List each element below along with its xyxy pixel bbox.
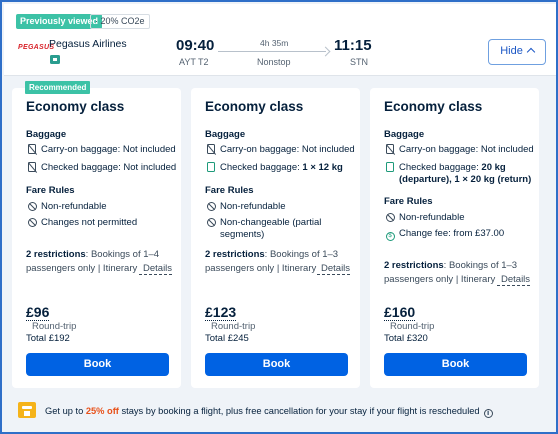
baggage-heading: Baggage [205, 129, 246, 140]
promo-text-end: stays by booking a flight, plus free can… [118, 406, 480, 416]
carry-on-text: Carry-on baggage: Not included [41, 144, 176, 155]
details-link[interactable]: Details [497, 274, 531, 286]
baggage-heading: Baggage [384, 129, 425, 140]
departure-airport: AYT T2 [179, 57, 209, 67]
no-refund-icon [27, 202, 37, 211]
details-link[interactable]: Details [317, 263, 351, 275]
arrival-airport: STN [350, 57, 368, 67]
rule-row-1: Non-refundable [384, 212, 465, 225]
restrictions-count: 2 restrictions [26, 249, 86, 260]
hide-label: Hide [500, 45, 523, 57]
rule-2-text: Change fee: from £37.00 [399, 228, 505, 239]
rule-2-text: Changes not permitted [41, 217, 138, 228]
carry-on-text: Carry-on baggage: Not included [399, 144, 534, 155]
route-line [218, 51, 326, 52]
fare-rules-heading: Fare Rules [205, 185, 254, 196]
hotel-promo-banner: Get up to 25% off stays by booking a fli… [8, 396, 554, 426]
checked-row: Checked baggage: Not included [26, 162, 176, 175]
checked-value: 1 × 12 kg [302, 162, 343, 173]
departure-time: 09:40 [176, 37, 215, 54]
fare-class-title: Economy class [384, 99, 483, 114]
total-price: Total £320 [384, 333, 428, 344]
co2-value: 20% CO2e [100, 16, 145, 26]
rule-1-text: Non-refundable [220, 201, 286, 212]
arrival-time: 11:15 [334, 37, 372, 54]
rule-row-2: Changes not permitted [26, 217, 137, 230]
airline-name: Pegasus Airlines [49, 38, 127, 50]
restrictions-count: 2 restrictions [205, 249, 265, 260]
arrow-right-icon [320, 46, 331, 57]
co2-badge: · 20% CO2e [90, 14, 150, 29]
ticket-icon [50, 55, 60, 64]
flight-summary: Previously viewed · 20% CO2e PEGASUS Peg… [4, 4, 556, 76]
carry-on-row: Carry-on baggage: Not included [26, 144, 176, 157]
carry-on-bag-crossed-icon [386, 144, 394, 154]
price: £96 [26, 304, 50, 321]
rule-1-text: Non-refundable [41, 201, 107, 212]
checked-prefix: Checked baggage: [220, 162, 303, 173]
carry-on-text: Carry-on baggage: Not included [220, 144, 355, 155]
checked-prefix: Checked baggage: [399, 162, 482, 173]
fare-card-1: Economy class Baggage Carry-on baggage: … [12, 88, 181, 388]
checked-text: Checked baggage: 1 × 12 kg [220, 162, 343, 174]
promo-text-start: Get up to [45, 406, 86, 416]
rule-row-2: $ Change fee: from £37.00 [384, 228, 504, 241]
round-trip-label: Round-trip [32, 321, 77, 332]
rule-row-2: Non-changeable (partial segments) [205, 217, 345, 241]
dollar-icon: $ [385, 232, 395, 241]
details-link[interactable]: Details [139, 263, 173, 275]
info-icon[interactable]: i [483, 409, 493, 418]
rule-row-1: Non-refundable [26, 201, 107, 214]
round-trip-label: Round-trip [390, 321, 435, 332]
no-refund-icon [385, 213, 395, 222]
checked-bag-icon [386, 162, 394, 172]
checked-prefix: Checked baggage: [41, 162, 124, 173]
promo-discount: 25% off [85, 406, 119, 416]
no-change-icon [27, 218, 37, 227]
checked-row: Checked baggage: 20 kg (departure), 1 × … [384, 162, 534, 186]
checked-bag-icon [207, 162, 215, 172]
rule-row-1: Non-refundable [205, 201, 286, 214]
total-price: Total £245 [205, 333, 249, 344]
checked-text: Checked baggage: Not included [41, 162, 176, 174]
round-trip-label: Round-trip [211, 321, 256, 332]
checked-text: Checked baggage: 20 kg (departure), 1 × … [399, 162, 534, 186]
checked-row: Checked baggage: 1 × 12 kg [205, 162, 343, 175]
total-price: Total £192 [26, 333, 70, 344]
book-button[interactable]: Book [384, 353, 527, 376]
fare-rules-heading: Fare Rules [384, 196, 433, 207]
stops-label: Nonstop [257, 57, 291, 67]
fare-class-title: Economy class [205, 99, 304, 114]
carry-on-bag-crossed-icon [207, 144, 215, 154]
price: £160 [384, 304, 416, 321]
price: £123 [205, 304, 237, 321]
rule-1-text: Non-refundable [399, 212, 465, 223]
promo-text: Get up to 25% off stays by booking a fli… [45, 406, 493, 418]
carry-on-row: Carry-on baggage: Not included [384, 144, 534, 157]
rule-2-text: Non-changeable (partial segments) [220, 217, 322, 240]
fare-card-3: Economy class Baggage Carry-on baggage: … [370, 88, 539, 388]
fare-rules-heading: Fare Rules [26, 185, 75, 196]
chevron-up-icon [526, 47, 536, 57]
no-change-icon [206, 218, 216, 227]
restrictions-count: 2 restrictions [384, 260, 444, 271]
baggage-heading: Baggage [26, 129, 67, 140]
fare-options-panel: Previously viewed · 20% CO2e PEGASUS Peg… [0, 0, 558, 434]
carry-on-bag-crossed-icon [28, 144, 36, 154]
checked-bag-crossed-icon [28, 162, 36, 172]
fare-card-2: Economy class Baggage Carry-on baggage: … [191, 88, 360, 388]
recommended-badge: Recommended [25, 81, 91, 94]
hide-button[interactable]: Hide [488, 39, 546, 65]
carry-on-row: Carry-on baggage: Not included [205, 144, 355, 157]
hotel-icon [18, 402, 36, 418]
no-refund-icon [206, 202, 216, 211]
flight-duration: 4h 35m [260, 38, 289, 48]
fare-class-title: Economy class [26, 99, 125, 114]
book-button[interactable]: Book [26, 353, 169, 376]
book-button[interactable]: Book [205, 353, 348, 376]
checked-value: Not included [123, 162, 177, 173]
